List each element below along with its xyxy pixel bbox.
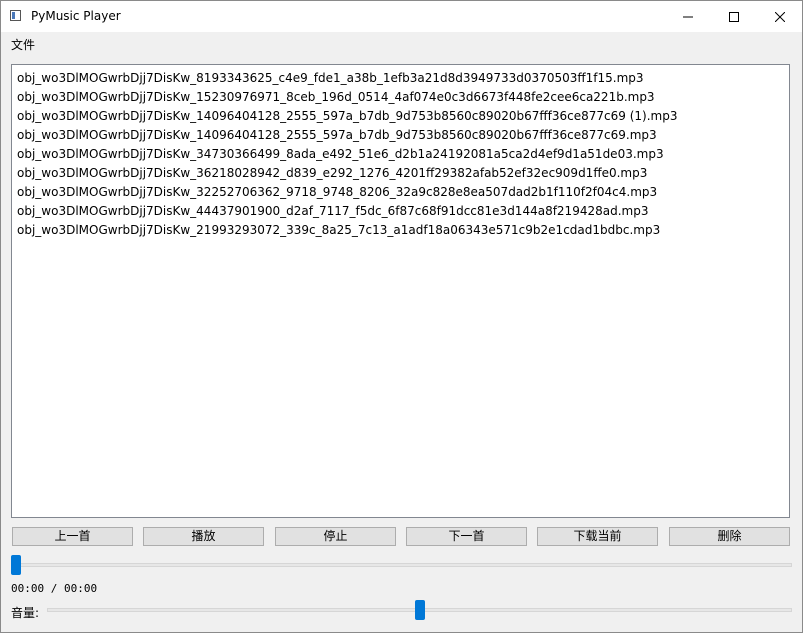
close-icon [775, 11, 785, 22]
volume-label: 音量: [11, 606, 40, 620]
time-display: 00:00 / 00:00 [11, 582, 98, 595]
playlist-item[interactable]: obj_wo3DlMOGwrbDjj7DisKw_32252706362_971… [12, 183, 789, 202]
volume-slider-handle[interactable] [414, 600, 425, 620]
minimize-button[interactable] [665, 1, 711, 32]
playlist-item[interactable]: obj_wo3DlMOGwrbDjj7DisKw_14096404128_255… [12, 107, 789, 126]
progress-slider[interactable] [11, 563, 792, 567]
play-button[interactable]: 播放 [143, 527, 264, 546]
menu-file[interactable]: 文件 [11, 36, 35, 53]
download-current-button[interactable]: 下载当前 [537, 527, 658, 546]
main-window: PyMusic Player 文件 obj_wo3DlMOGwrbDjj7Dis… [0, 0, 803, 633]
playlist-item[interactable]: obj_wo3DlMOGwrbDjj7DisKw_14096404128_255… [12, 126, 789, 145]
playlist-item[interactable]: obj_wo3DlMOGwrbDjj7DisKw_15230976971_8ce… [12, 88, 789, 107]
menu-bar: 文件 [1, 32, 802, 54]
title-bar[interactable]: PyMusic Player [1, 1, 802, 32]
playlist-item[interactable]: obj_wo3DlMOGwrbDjj7DisKw_34730366499_8ad… [12, 145, 789, 164]
playlist-item[interactable]: obj_wo3DlMOGwrbDjj7DisKw_21993293072_339… [12, 221, 789, 240]
minimize-icon [683, 16, 693, 17]
stop-button[interactable]: 停止 [275, 527, 396, 546]
playlist[interactable]: obj_wo3DlMOGwrbDjj7DisKw_8193343625_c4e9… [11, 64, 790, 518]
maximize-icon [729, 11, 739, 22]
close-button[interactable] [757, 1, 803, 32]
app-window-icon [10, 10, 21, 21]
progress-slider-handle[interactable] [11, 555, 21, 575]
delete-button[interactable]: 删除 [669, 527, 790, 546]
playlist-item[interactable]: obj_wo3DlMOGwrbDjj7DisKw_8193343625_c4e9… [12, 69, 789, 88]
playlist-item[interactable]: obj_wo3DlMOGwrbDjj7DisKw_36218028942_d83… [12, 164, 789, 183]
playlist-item[interactable]: obj_wo3DlMOGwrbDjj7DisKw_44437901900_d2a… [12, 202, 789, 221]
maximize-button[interactable] [711, 1, 757, 32]
next-button[interactable]: 下一首 [406, 527, 527, 546]
window-title: PyMusic Player [31, 9, 121, 23]
previous-button[interactable]: 上一首 [12, 527, 133, 546]
